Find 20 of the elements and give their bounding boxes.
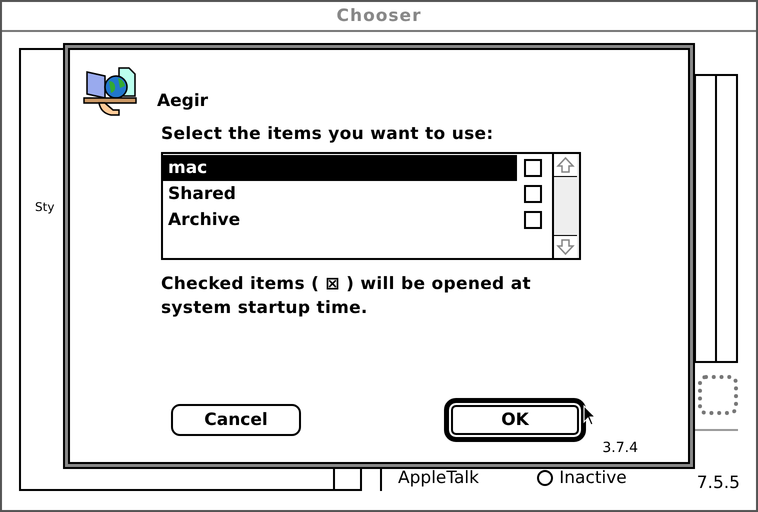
cancel-button[interactable]: Cancel xyxy=(171,404,301,436)
checkbox[interactable] xyxy=(524,211,542,229)
checkbox[interactable] xyxy=(524,159,542,177)
dialog-title: Aegir xyxy=(157,91,208,111)
checkbox[interactable] xyxy=(524,185,542,203)
scroll-down-icon[interactable] xyxy=(554,235,577,258)
window-title: Chooser xyxy=(336,6,422,26)
startup-note: Checked items ( ⊠ ) will be opened at system startup time. xyxy=(161,273,532,320)
version-label: 7.5.5 xyxy=(696,473,740,493)
list-item[interactable]: Shared xyxy=(163,181,517,207)
version-label: 3.7.4 xyxy=(602,440,638,456)
list-item[interactable]: Archive xyxy=(163,207,517,233)
side-label: Sty xyxy=(35,200,56,214)
prompt-text: Select the items you want to use: xyxy=(161,124,494,144)
scroll-up-icon[interactable] xyxy=(554,154,577,177)
scroll-bar[interactable] xyxy=(552,154,579,258)
protocol-label: AppleTalk xyxy=(398,468,479,488)
ok-button[interactable]: OK xyxy=(444,398,586,442)
pointer-icon xyxy=(583,405,597,427)
list-item[interactable]: mac xyxy=(163,155,517,181)
